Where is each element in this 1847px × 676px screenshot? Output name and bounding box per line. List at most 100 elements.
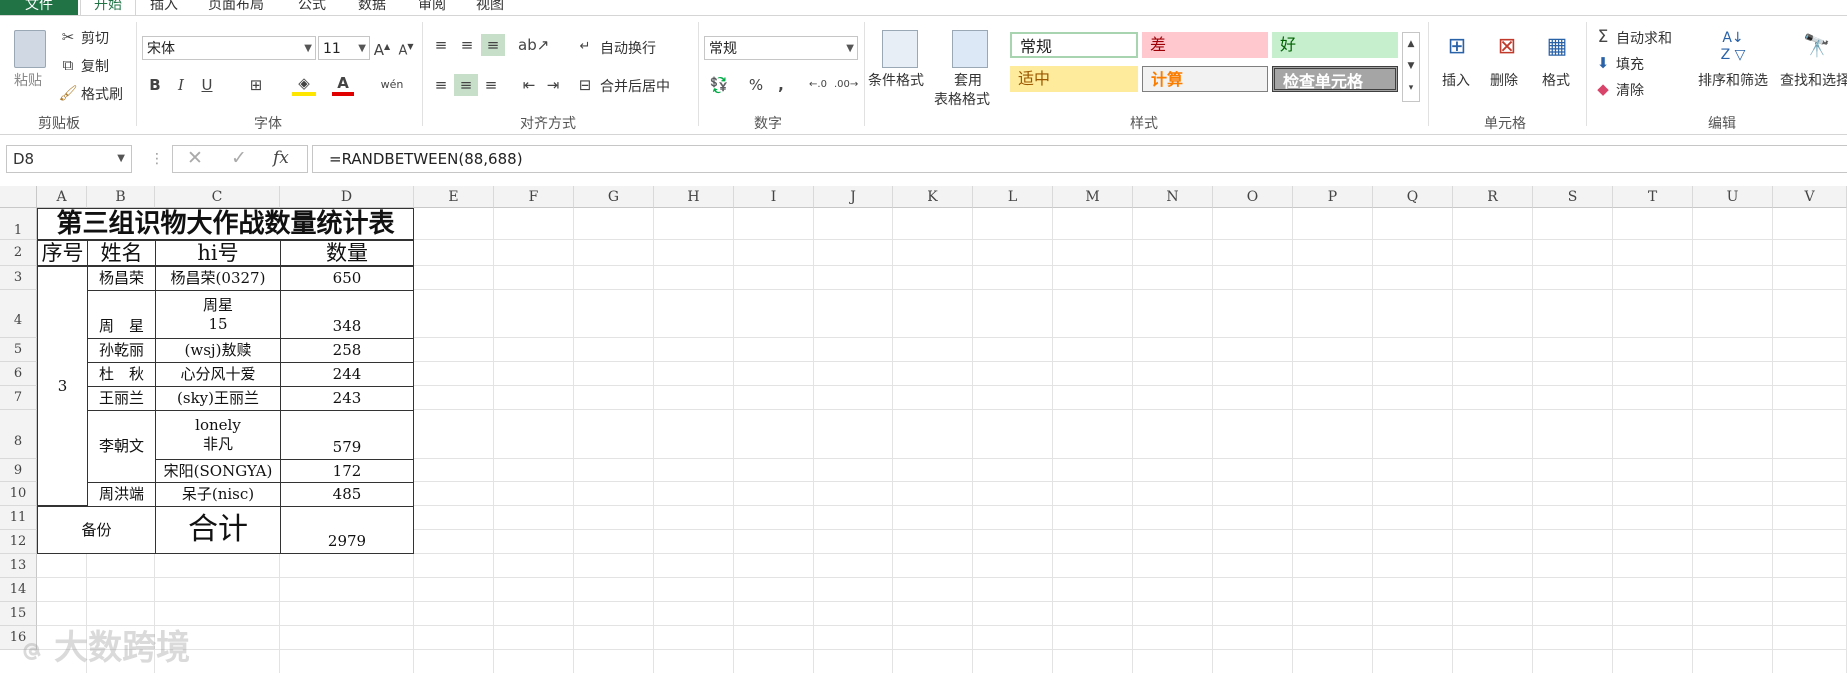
column-header[interactable]: G — [574, 186, 654, 208]
align-left-icon[interactable]: ≡ — [430, 74, 452, 96]
sort-filter-icon[interactable]: A↓ Z ▽ — [1716, 30, 1750, 64]
fill-color-icon[interactable]: ◈ — [292, 74, 316, 96]
table-row-qty[interactable]: 650 — [280, 266, 414, 291]
table-row-qty[interactable]: 485 — [280, 482, 414, 507]
table-row-qty[interactable]: 244 — [280, 362, 414, 387]
tab-insert[interactable]: 插入 — [150, 0, 178, 15]
column-header[interactable]: F — [494, 186, 574, 208]
tab-data[interactable]: 数据 — [358, 0, 386, 15]
column-header[interactable]: R — [1453, 186, 1533, 208]
column-header[interactable]: V — [1773, 186, 1847, 208]
tab-home[interactable]: 开始 — [80, 0, 136, 15]
cancel-icon[interactable]: ✕ — [187, 147, 203, 169]
table-row-hi[interactable]: 杨昌荣(0327) — [155, 266, 281, 291]
orientation-icon[interactable]: ab↗ — [518, 34, 549, 56]
increase-font-icon[interactable]: A▲ — [372, 36, 392, 61]
header-name[interactable]: 姓名 — [87, 240, 156, 266]
insert-cells-icon[interactable]: ⊞ — [1440, 30, 1474, 64]
row-header[interactable]: 5 — [0, 338, 37, 362]
row-header[interactable]: 11 — [0, 506, 37, 530]
column-header[interactable]: U — [1693, 186, 1773, 208]
format-cells-icon[interactable]: ▦ — [1540, 30, 1574, 64]
column-header[interactable]: M — [1053, 186, 1133, 208]
increase-decimal-icon[interactable]: ←.0 — [806, 74, 830, 96]
conditional-format-button[interactable]: 条件格式 — [868, 70, 924, 90]
align-bottom-icon[interactable]: ≡ — [481, 34, 505, 56]
table-row-name[interactable]: 孙乾丽 — [87, 338, 156, 363]
total-value-cell[interactable]: 2979 — [280, 506, 414, 554]
decrease-indent-icon[interactable]: ⇤ — [518, 74, 540, 96]
column-header[interactable]: L — [973, 186, 1053, 208]
delete-cells-icon[interactable]: ⊠ — [1490, 30, 1524, 64]
binoculars-icon[interactable]: 🔭 — [1800, 30, 1834, 64]
header-hi[interactable]: hi号 — [155, 240, 281, 266]
header-qty[interactable]: 数量 — [280, 240, 414, 266]
column-header[interactable]: N — [1133, 186, 1213, 208]
align-center-icon[interactable]: ≡ — [454, 74, 478, 96]
column-header[interactable]: A — [37, 186, 87, 208]
table-row-name[interactable]: 杨昌荣 — [87, 266, 156, 291]
style-normal[interactable]: 常规 — [1010, 32, 1138, 58]
row-header[interactable]: 6 — [0, 362, 37, 386]
enter-icon[interactable]: ✓ — [231, 147, 247, 169]
column-header[interactable]: B — [87, 186, 155, 208]
table-row-hi[interactable]: 宋阳(SONGYA) — [155, 459, 281, 483]
column-header[interactable]: T — [1613, 186, 1693, 208]
column-header[interactable]: H — [654, 186, 734, 208]
row-header[interactable]: 9 — [0, 459, 37, 482]
align-middle-icon[interactable]: ≡ — [456, 34, 478, 56]
row-header[interactable]: 2 — [0, 240, 37, 266]
decrease-decimal-icon[interactable]: .00→ — [834, 74, 858, 96]
underline-icon[interactable]: U — [198, 74, 216, 96]
sort-filter-button[interactable]: 排序和筛选 — [1698, 70, 1768, 90]
column-header[interactable]: J — [814, 186, 893, 208]
table-row-hi[interactable]: 呆子(nisc) — [155, 482, 281, 507]
column-header[interactable]: E — [414, 186, 494, 208]
number-format-select[interactable]: 常规 ▼ — [704, 36, 858, 60]
table-row-hi[interactable]: 周星 15 — [155, 290, 281, 339]
tab-formulas[interactable]: 公式 — [298, 0, 326, 15]
row-header[interactable]: 7 — [0, 386, 37, 410]
align-right-icon[interactable]: ≡ — [480, 74, 502, 96]
increase-indent-icon[interactable]: ⇥ — [542, 74, 564, 96]
table-row-hi[interactable]: (wsj)敖赎 — [155, 338, 281, 363]
column-header[interactable]: C — [155, 186, 280, 208]
fill-button[interactable]: 填充 — [1616, 54, 1644, 74]
font-size-select[interactable]: 11 ▼ — [318, 36, 370, 60]
table-row-qty[interactable]: 579 — [280, 410, 414, 460]
row-header[interactable]: 1 — [0, 208, 37, 240]
delete-cells-button[interactable]: 删除 — [1490, 70, 1518, 90]
style-good[interactable]: 好 — [1272, 32, 1398, 58]
backup-cell[interactable]: 备份 — [37, 506, 156, 554]
insert-function-icon[interactable]: fx — [273, 148, 289, 168]
column-header[interactable]: O — [1213, 186, 1293, 208]
sheet-title[interactable]: 第三组识物大作战数量统计表 — [37, 208, 414, 240]
font-name-select[interactable]: 宋体 ▼ — [142, 36, 316, 60]
column-header[interactable]: I — [734, 186, 814, 208]
style-check-cell[interactable]: 检查单元格 — [1272, 66, 1398, 92]
row-header[interactable]: 8 — [0, 410, 37, 459]
spreadsheet-grid[interactable]: ABCDEFGHIJKLMNOPQRSTUV 1 2 3 4 5 6 7 8 9 10 11 12 13… — [0, 186, 1847, 673]
italic-icon[interactable]: I — [172, 74, 190, 96]
table-row-qty[interactable]: 348 — [280, 290, 414, 339]
style-bad[interactable]: 差 — [1142, 32, 1268, 58]
total-label-cell[interactable]: 合计 — [155, 506, 281, 554]
table-row-qty[interactable]: 243 — [280, 386, 414, 411]
decrease-font-icon[interactable]: A▼ — [396, 36, 416, 62]
styles-scroll-icon[interactable]: ▲ ▼ ▾ — [1402, 32, 1420, 102]
bold-icon[interactable]: B — [146, 74, 164, 96]
clear-button[interactable]: 清除 — [1616, 80, 1644, 100]
style-neutral[interactable]: 适中 — [1010, 66, 1138, 92]
insert-cells-button[interactable]: 插入 — [1442, 70, 1470, 90]
percent-icon[interactable]: % — [746, 74, 766, 96]
find-select-button[interactable]: 查找和选择 — [1780, 70, 1847, 90]
column-header[interactable]: Q — [1373, 186, 1453, 208]
tab-view[interactable]: 视图 — [476, 0, 504, 15]
select-all-corner[interactable] — [0, 186, 37, 208]
cut-button[interactable]: 剪切 — [81, 28, 109, 48]
row-header[interactable]: 12 — [0, 530, 37, 554]
copy-button[interactable]: 复制 — [81, 56, 109, 76]
row-header[interactable]: 4 — [0, 290, 37, 338]
merge-center-button[interactable]: 合并后居中 — [600, 76, 670, 96]
border-icon[interactable]: ⊞ — [245, 74, 267, 96]
